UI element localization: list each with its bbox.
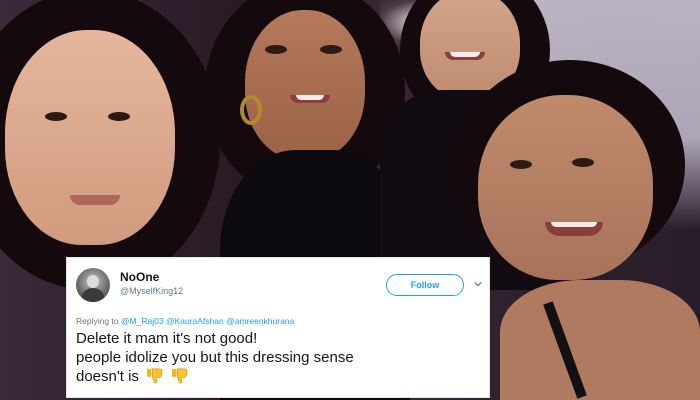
replying-to-line: Replying to @M_Raj03 @KauraAfshan @amree…: [76, 316, 294, 326]
thumbs-down-icon: [147, 368, 163, 384]
user-handle[interactable]: @MyselfKing12: [120, 286, 183, 296]
tweet-text-line-last: doesn't is: [76, 367, 486, 386]
tweet-text: Delete it mam it's not good! people idol…: [76, 329, 486, 386]
mention-link[interactable]: @M_Raj03: [121, 316, 164, 326]
tweet-card: NoOne @MyselfKing12 Follow Replying to @…: [66, 257, 490, 398]
mention-link[interactable]: @KauraAfshan: [166, 316, 224, 326]
mention-link[interactable]: @amreenkhurana: [226, 316, 294, 326]
display-name[interactable]: NoOne: [120, 270, 159, 284]
replying-to-label: Replying to: [76, 316, 119, 326]
avatar[interactable]: [76, 268, 110, 302]
follow-button[interactable]: Follow: [386, 274, 464, 296]
tweet-text-line: doesn't is: [76, 368, 139, 385]
tweet-text-line: Delete it mam it's not good!: [76, 330, 258, 347]
tweet-text-line: people idolize you but this dressing sen…: [76, 349, 354, 366]
thumbs-down-icon: [172, 368, 188, 384]
chevron-down-icon[interactable]: [474, 280, 482, 288]
